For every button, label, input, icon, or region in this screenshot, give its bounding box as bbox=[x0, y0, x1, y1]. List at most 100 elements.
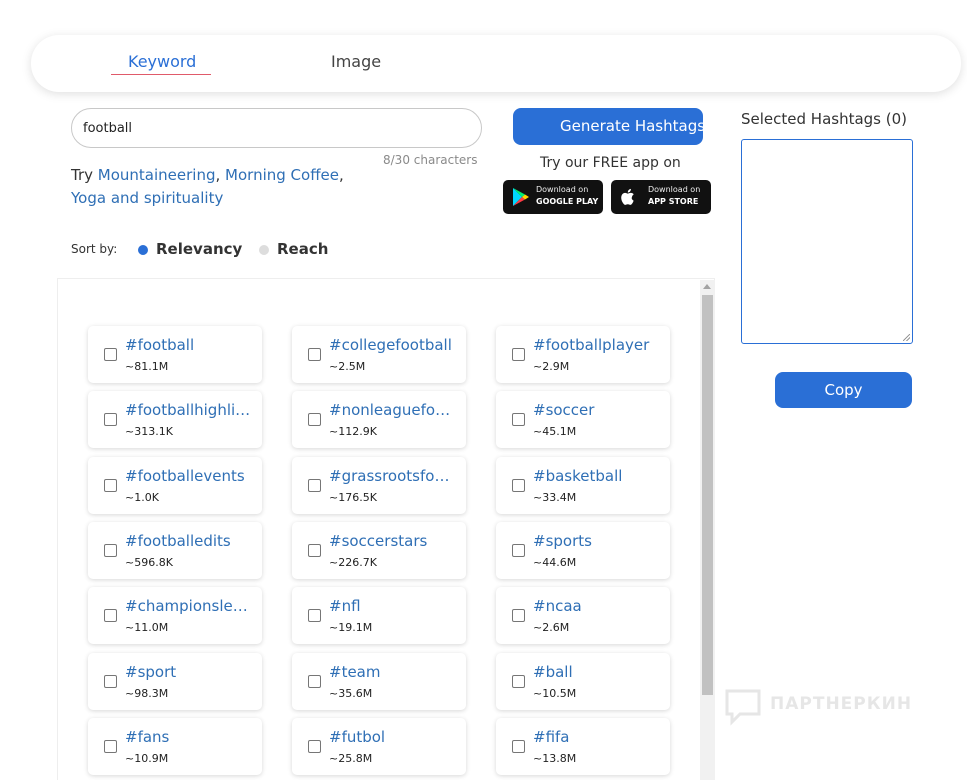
hashtag-count: ~10.5M bbox=[533, 687, 577, 700]
hashtag-name: #nonleaguefootball bbox=[329, 401, 457, 419]
hashtag-checkbox[interactable] bbox=[308, 740, 321, 753]
radio-reach[interactable] bbox=[259, 245, 269, 255]
hashtag-name: #sport bbox=[125, 663, 177, 681]
app-store-badge[interactable]: Download on APP STORE bbox=[611, 180, 711, 214]
hashtag-card[interactable]: #fans ~10.9M bbox=[88, 718, 262, 775]
hashtag-checkbox[interactable] bbox=[308, 675, 321, 688]
hashtag-card[interactable]: #football ~81.1M bbox=[88, 326, 262, 383]
hashtag-checkbox[interactable] bbox=[104, 609, 117, 622]
hashtag-count: ~112.9K bbox=[329, 425, 377, 438]
hashtag-name: #futbol bbox=[329, 728, 386, 746]
hashtag-name: #grassrootsfootball bbox=[329, 467, 457, 485]
google-play-icon bbox=[513, 188, 529, 206]
hashtag-checkbox[interactable] bbox=[308, 413, 321, 426]
hashtag-count: ~2.9M bbox=[533, 360, 570, 373]
hashtag-name: #ncaa bbox=[533, 597, 582, 615]
hashtag-checkbox[interactable] bbox=[512, 544, 525, 557]
hashtag-checkbox[interactable] bbox=[104, 348, 117, 361]
keyword-input[interactable] bbox=[83, 119, 463, 137]
suggestion-link[interactable]: Mountaineering bbox=[98, 166, 216, 184]
hashtag-card[interactable]: #ncaa ~2.6M bbox=[496, 587, 670, 644]
chat-bubble-icon bbox=[725, 689, 761, 726]
sort-option-relevancy[interactable]: Relevancy bbox=[156, 240, 242, 258]
hashtag-count: ~35.6M bbox=[329, 687, 373, 700]
hashtag-checkbox[interactable] bbox=[308, 544, 321, 557]
hashtag-count: ~33.4M bbox=[533, 491, 577, 504]
hashtag-checkbox[interactable] bbox=[104, 479, 117, 492]
hashtag-checkbox[interactable] bbox=[308, 348, 321, 361]
hashtag-card[interactable]: #footballedits ~596.8K bbox=[88, 522, 262, 579]
hashtag-card[interactable]: #footballevents ~1.0K bbox=[88, 457, 262, 514]
tab-image[interactable]: Image bbox=[331, 52, 381, 71]
hashtag-checkbox[interactable] bbox=[512, 348, 525, 361]
hashtag-card[interactable]: #sport ~98.3M bbox=[88, 653, 262, 710]
radio-relevancy[interactable] bbox=[138, 245, 148, 255]
hashtag-card[interactable]: #futbol ~25.8M bbox=[292, 718, 466, 775]
hashtag-checkbox[interactable] bbox=[308, 479, 321, 492]
hashtag-name: #soccerstars bbox=[329, 532, 428, 550]
hashtag-card[interactable]: #basketball ~33.4M bbox=[496, 457, 670, 514]
hashtag-checkbox[interactable] bbox=[512, 479, 525, 492]
suggestion-link[interactable]: Yoga and spirituality bbox=[71, 189, 223, 207]
hashtag-count: ~10.9M bbox=[125, 752, 169, 765]
hashtag-name: #fans bbox=[125, 728, 170, 746]
hashtag-name: #team bbox=[329, 663, 381, 681]
hashtag-results: #football ~81.1M #collegefootball ~2.5M #foo… bbox=[57, 278, 715, 780]
hashtag-card[interactable]: #nfl ~19.1M bbox=[292, 587, 466, 644]
hashtag-count: ~11.0M bbox=[125, 621, 169, 634]
google-play-small-text: Download on bbox=[536, 185, 589, 194]
hashtag-count: ~81.1M bbox=[125, 360, 169, 373]
hashtag-count: ~226.7K bbox=[329, 556, 377, 569]
apple-icon bbox=[621, 188, 634, 205]
hashtag-checkbox[interactable] bbox=[104, 544, 117, 557]
google-play-badge[interactable]: Download on GOOGLE PLAY bbox=[503, 180, 603, 214]
hashtag-checkbox[interactable] bbox=[512, 675, 525, 688]
hashtag-name: #football bbox=[125, 336, 195, 354]
hashtag-card[interactable]: #footballplayer ~2.9M bbox=[496, 326, 670, 383]
hashtag-checkbox[interactable] bbox=[104, 413, 117, 426]
selected-hashtags-textarea[interactable] bbox=[741, 139, 913, 344]
hashtag-checkbox[interactable] bbox=[104, 675, 117, 688]
scroll-thumb[interactable] bbox=[702, 295, 713, 695]
hashtag-card[interactable]: #fifa ~13.8M bbox=[496, 718, 670, 775]
hashtag-card[interactable]: #soccer ~45.1M bbox=[496, 391, 670, 448]
mode-tabs: Keyword Image bbox=[31, 35, 961, 92]
hashtag-checkbox[interactable] bbox=[308, 609, 321, 622]
hashtag-count: ~176.5K bbox=[329, 491, 377, 504]
resize-grip-icon[interactable] bbox=[903, 334, 910, 341]
suggestion-link[interactable]: Morning Coffee bbox=[225, 166, 339, 184]
selected-hashtags-title: Selected Hashtags (0) bbox=[741, 110, 908, 128]
hashtag-checkbox[interactable] bbox=[512, 413, 525, 426]
hashtag-checkbox[interactable] bbox=[104, 740, 117, 753]
hashtag-name: #footballevents bbox=[125, 467, 245, 485]
scroll-up-arrow-icon[interactable] bbox=[703, 284, 711, 289]
hashtag-name: #footballhighlights bbox=[125, 401, 253, 419]
hashtag-name: #fifa bbox=[533, 728, 570, 746]
app-promo-text: Try our FREE app on bbox=[540, 155, 681, 171]
hashtag-card[interactable]: #sports ~44.6M bbox=[496, 522, 670, 579]
hashtag-name: #sports bbox=[533, 532, 592, 550]
tab-keyword[interactable]: Keyword bbox=[128, 52, 196, 71]
suggestions-prefix: Try bbox=[71, 166, 94, 184]
hashtag-checkbox[interactable] bbox=[512, 609, 525, 622]
hashtag-card[interactable]: #footballhighlights ~313.1K bbox=[88, 391, 262, 448]
sort-option-reach[interactable]: Reach bbox=[277, 240, 328, 258]
results-scrollbar[interactable] bbox=[700, 280, 715, 780]
hashtag-name: #ball bbox=[533, 663, 573, 681]
hashtag-card[interactable]: #soccerstars ~226.7K bbox=[292, 522, 466, 579]
hashtag-card[interactable]: #collegefootball ~2.5M bbox=[292, 326, 466, 383]
generate-hashtags-button[interactable]: Generate Hashtags bbox=[513, 108, 703, 145]
google-play-big-text: GOOGLE PLAY bbox=[536, 197, 599, 206]
copy-button[interactable]: Copy bbox=[775, 372, 912, 408]
hashtag-card[interactable]: #ball ~10.5M bbox=[496, 653, 670, 710]
hashtag-count: ~19.1M bbox=[329, 621, 373, 634]
hashtag-card[interactable]: #championsleague ~11.0M bbox=[88, 587, 262, 644]
hashtag-card[interactable]: #team ~35.6M bbox=[292, 653, 466, 710]
hashtag-checkbox[interactable] bbox=[512, 740, 525, 753]
hashtag-card[interactable]: #nonleaguefootball ~112.9K bbox=[292, 391, 466, 448]
hashtag-card[interactable]: #grassrootsfootball ~176.5K bbox=[292, 457, 466, 514]
keyword-search-box bbox=[71, 108, 482, 148]
sort-label: Sort by: bbox=[71, 242, 118, 256]
hashtag-name: #footballedits bbox=[125, 532, 231, 550]
hashtag-count: ~98.3M bbox=[125, 687, 169, 700]
